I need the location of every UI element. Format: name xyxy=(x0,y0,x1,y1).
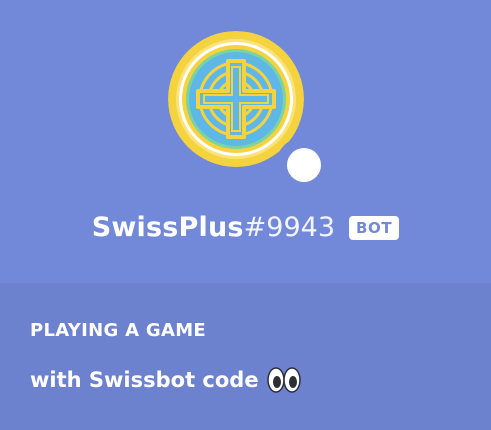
username: SwissPlus xyxy=(91,212,244,243)
status-indicator xyxy=(276,137,332,193)
user-popout-card: SwissPlus#9943 BOT PLAYING A GAME with S… xyxy=(0,0,491,430)
name-row: SwissPlus#9943 BOT xyxy=(0,212,491,243)
bot-badge: BOT xyxy=(349,215,400,240)
status-dot-icon xyxy=(287,148,321,182)
activity-details-text: with Swissbot code xyxy=(30,368,259,392)
activity-header: PLAYING A GAME xyxy=(30,320,207,341)
profile-header: SwissPlus#9943 BOT xyxy=(0,0,491,283)
activity-details: with Swissbot code xyxy=(30,367,301,393)
activity-section: PLAYING A GAME with Swissbot code xyxy=(0,283,491,430)
user-tag[interactable]: SwissPlus#9943 xyxy=(92,212,335,243)
avatar-container[interactable] xyxy=(168,31,332,193)
discriminator: #9943 xyxy=(243,212,336,243)
eyes-emoji-icon xyxy=(266,367,301,393)
